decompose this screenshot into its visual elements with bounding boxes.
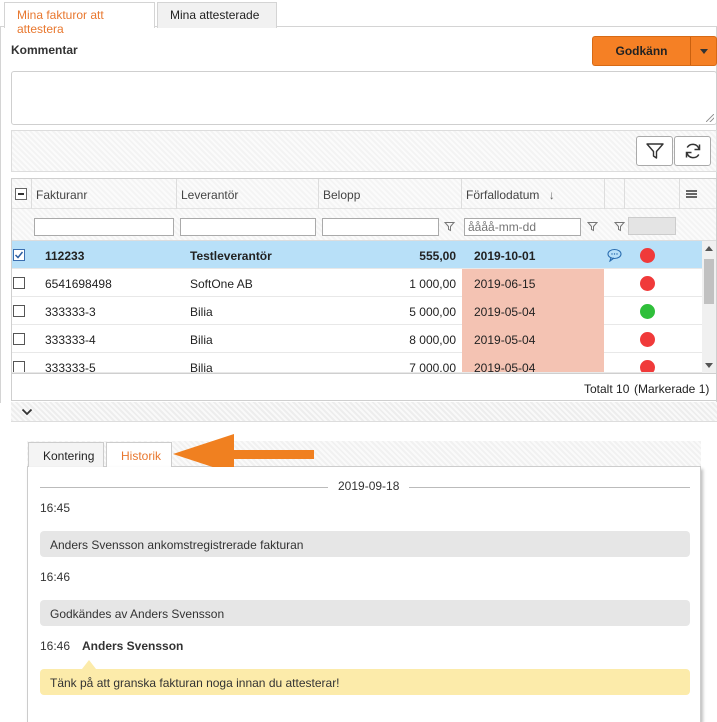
table-row[interactable]: 333333-5 Bilia 7 000,00 2019-05-04 bbox=[12, 353, 702, 373]
panel-splitter[interactable] bbox=[11, 402, 717, 422]
cell-belopp: 8 000,00 bbox=[409, 333, 456, 347]
caret-down-icon bbox=[699, 48, 708, 54]
filter-leverantor-input[interactable] bbox=[180, 218, 316, 236]
filter-button[interactable] bbox=[636, 136, 673, 166]
table-row[interactable]: 112233 Testleverantör 555,00 2019-10-01 bbox=[12, 241, 702, 269]
column-header-belopp[interactable]: Belopp bbox=[318, 179, 461, 209]
comment-textarea[interactable] bbox=[11, 71, 717, 125]
checkmark-icon bbox=[14, 251, 24, 259]
cell-belopp: 7 000,00 bbox=[409, 361, 456, 373]
approve-split-button: Godkänn bbox=[592, 36, 717, 66]
column-header-fakturanr[interactable]: Fakturanr bbox=[31, 179, 176, 209]
cell-leverantor: Bilia bbox=[190, 305, 213, 319]
filter-date-input[interactable] bbox=[464, 218, 581, 236]
table-row[interactable]: 333333-4 Bilia 8 000,00 2019-05-04 bbox=[12, 325, 702, 353]
column-menu-button[interactable] bbox=[679, 179, 716, 209]
comment-label: Kommentar bbox=[11, 43, 78, 57]
cell-leverantor: SoftOne AB bbox=[190, 277, 253, 291]
status-red-icon bbox=[640, 248, 655, 263]
cell-fakturanr: 333333-3 bbox=[45, 305, 96, 319]
chevron-down-icon[interactable] bbox=[21, 408, 33, 416]
filter-row bbox=[12, 209, 716, 241]
tab-mina-attesterade[interactable]: Mina attesterade bbox=[157, 2, 277, 28]
cell-belopp: 555,00 bbox=[419, 249, 456, 263]
cell-forfallodatum: 2019-06-15 bbox=[462, 269, 604, 297]
cell-fakturanr: 333333-5 bbox=[45, 361, 96, 373]
history-message: Godkändes av Anders Svensson bbox=[40, 600, 690, 626]
top-tab-bar: Mina fakturor att attestera Mina atteste… bbox=[0, 0, 717, 36]
history-panel: 2019-09-18 16:45 Anders Svensson ankomst… bbox=[27, 467, 701, 722]
minus-icon bbox=[18, 193, 24, 195]
filter-fakturanr-input[interactable] bbox=[34, 218, 174, 236]
row-checkbox[interactable] bbox=[13, 333, 25, 345]
grid-toolbar bbox=[11, 130, 717, 172]
invoice-grid: Fakturanr Leverantör Belopp Förfallodatu… bbox=[11, 178, 717, 401]
column-header-status bbox=[624, 179, 679, 209]
approve-dropdown-toggle[interactable] bbox=[691, 36, 717, 66]
row-checkbox[interactable] bbox=[13, 305, 25, 317]
tab-historik[interactable]: Historik bbox=[106, 442, 172, 468]
comment-note: Tänk på att granska fakturan noga innan … bbox=[40, 669, 690, 695]
note-pointer bbox=[82, 660, 96, 669]
entry-time: 16:46 bbox=[40, 639, 71, 653]
scroll-down-icon[interactable] bbox=[705, 363, 713, 368]
tab-mina-fakturor[interactable]: Mina fakturor att attestera bbox=[4, 2, 155, 36]
cell-belopp: 1 000,00 bbox=[409, 277, 456, 291]
row-checkbox[interactable] bbox=[13, 277, 25, 289]
funnel-icon[interactable] bbox=[587, 221, 598, 232]
table-row[interactable]: 333333-3 Bilia 5 000,00 2019-05-04 bbox=[12, 297, 702, 325]
marked-count: (Markerade 1) bbox=[634, 382, 710, 396]
status-green-icon bbox=[640, 304, 655, 319]
table-row[interactable]: 6541698498 SoftOne AB 1 000,00 2019-06-1… bbox=[12, 269, 702, 297]
filter-status-select[interactable] bbox=[628, 217, 676, 235]
cell-forfallodatum: 2019-05-04 bbox=[462, 297, 604, 325]
grid-header: Fakturanr Leverantör Belopp Förfallodatu… bbox=[12, 179, 716, 209]
filter-belopp-input[interactable] bbox=[322, 218, 439, 236]
refresh-button[interactable] bbox=[674, 136, 711, 166]
resize-handle-icon[interactable] bbox=[706, 114, 714, 122]
cell-leverantor: Bilia bbox=[190, 333, 213, 347]
status-red-icon bbox=[640, 332, 655, 347]
select-all-checkbox[interactable] bbox=[15, 188, 27, 200]
row-checkbox[interactable] bbox=[13, 249, 25, 261]
entry-time: 16:45 bbox=[40, 501, 71, 515]
column-header-forfallodatum[interactable]: Förfallodatum ↓ bbox=[461, 179, 604, 209]
cell-forfallodatum: 2019-10-01 bbox=[474, 249, 536, 263]
history-date: 2019-09-18 bbox=[328, 479, 410, 493]
cell-leverantor: Testleverantör bbox=[190, 249, 272, 263]
scrollbar-thumb[interactable] bbox=[704, 259, 714, 304]
funnel-icon bbox=[645, 143, 664, 159]
cell-fakturanr: 333333-4 bbox=[45, 333, 96, 347]
cell-fakturanr: 6541698498 bbox=[45, 277, 112, 291]
row-checkbox[interactable] bbox=[13, 361, 25, 372]
hamburger-icon bbox=[686, 190, 697, 192]
column-header-leverantor[interactable]: Leverantör bbox=[176, 179, 318, 209]
arrow-down-icon: ↓ bbox=[548, 188, 555, 202]
cell-leverantor: Bilia bbox=[190, 361, 213, 373]
comment-author: Anders Svensson bbox=[82, 639, 184, 653]
status-red-icon bbox=[640, 360, 655, 372]
scroll-up-icon[interactable] bbox=[705, 246, 713, 251]
funnel-icon[interactable] bbox=[444, 221, 455, 232]
total-count: Totalt 10 bbox=[584, 382, 630, 396]
cell-belopp: 5 000,00 bbox=[409, 305, 456, 319]
refresh-icon bbox=[685, 143, 700, 159]
history-message: Anders Svensson ankomstregistrerade fakt… bbox=[40, 531, 690, 557]
funnel-icon[interactable] bbox=[614, 221, 625, 232]
entry-time: 16:46 bbox=[40, 570, 71, 584]
column-header-comment bbox=[604, 179, 624, 209]
grid-scrollbar[interactable] bbox=[702, 241, 716, 373]
column-header-forfallodatum-label: Förfallodatum bbox=[466, 188, 540, 202]
lower-tab-bar: Kontering Historik bbox=[27, 441, 701, 468]
cell-forfallodatum: 2019-05-04 bbox=[462, 325, 604, 353]
grid-footer: Totalt 10 (Markerade 1) bbox=[12, 373, 716, 400]
tab-kontering[interactable]: Kontering bbox=[28, 442, 104, 468]
approve-button[interactable]: Godkänn bbox=[592, 36, 691, 66]
status-red-icon bbox=[640, 276, 655, 291]
comment-bubble-icon[interactable] bbox=[607, 248, 622, 262]
cell-forfallodatum: 2019-05-04 bbox=[462, 353, 604, 372]
cell-fakturanr: 112233 bbox=[45, 249, 85, 263]
